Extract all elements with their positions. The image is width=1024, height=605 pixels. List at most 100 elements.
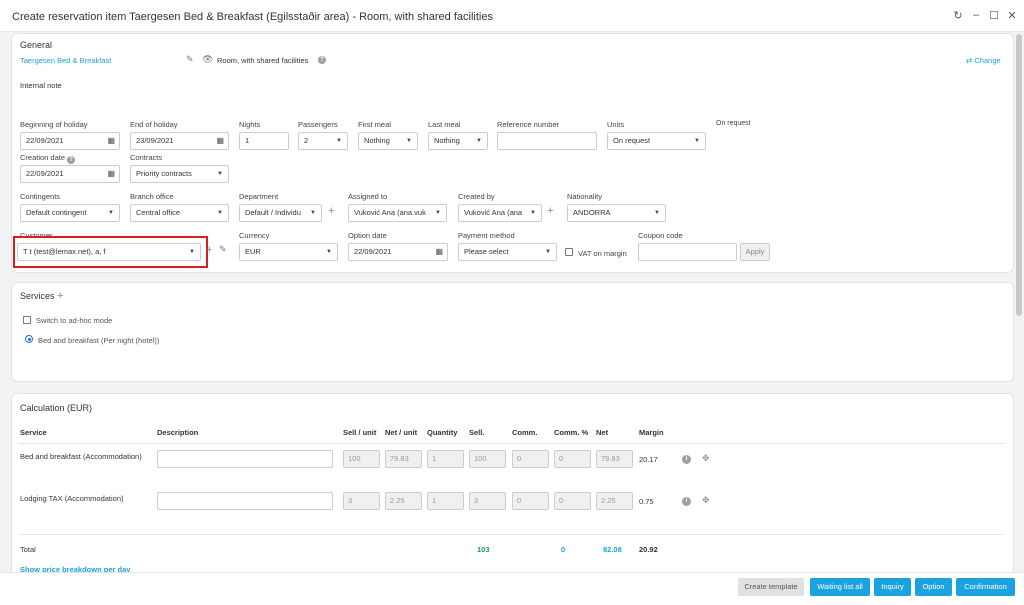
calendar-icon[interactable]: ▦ (107, 133, 115, 149)
move-icon[interactable]: ✥ (702, 453, 710, 464)
contracts-select[interactable]: Priority contracts ▼ (130, 165, 229, 183)
change-link[interactable]: ⇄ Change (966, 56, 1001, 65)
title-bar: Create reservation item Taergesen Bed & … (0, 0, 1024, 32)
currency-select[interactable]: EUR ▼ (239, 243, 338, 261)
row1-comm-pct-value: 0 (559, 454, 564, 463)
reference-input[interactable] (497, 132, 597, 150)
creation-date-field[interactable]: 22/09/2021 ▦ (20, 165, 120, 183)
vat-checkbox[interactable] (565, 248, 573, 256)
add-customer-icon[interactable]: + (206, 244, 212, 256)
info-icon[interactable]: i (682, 455, 691, 464)
nationality-select[interactable]: ANDORRA ▼ (567, 204, 666, 222)
add-department-icon[interactable]: + (328, 205, 334, 217)
row2-sell-unit-value: 3 (348, 496, 353, 505)
units-label: Units (607, 120, 625, 129)
row2-sell[interactable]: 3 (469, 492, 506, 510)
property-link[interactable]: Taergesen Bed & Breakfast (20, 56, 111, 65)
eye-icon[interactable]: 👁 (202, 54, 213, 65)
option-date-value: 22/09/2021 (354, 247, 392, 256)
row1-sell[interactable]: 100 (469, 450, 506, 468)
total-net: 82.08 (603, 545, 622, 554)
row1-comm-pct[interactable]: 0 (554, 450, 591, 468)
confirmation-button[interactable]: Confirmation (956, 578, 1015, 596)
service-radio[interactable] (25, 335, 33, 343)
first-meal-value: Nothing (364, 136, 390, 145)
option-date-label: Option date (348, 231, 387, 240)
service-option-label: Bed and breakfast (Per night (hotel)) (38, 336, 160, 345)
payment-value: Please select (464, 247, 509, 256)
row2-sell-unit[interactable]: 3 (343, 492, 380, 510)
option-date-field[interactable]: 22/09/2021 ▦ (348, 243, 448, 261)
row1-sell-unit[interactable]: 100 (343, 450, 380, 468)
header-sell-unit: Sell / unit (343, 428, 377, 437)
move-icon[interactable]: ✥ (702, 495, 710, 506)
general-title: General (20, 40, 53, 50)
edit-customer-icon[interactable]: ✎ (219, 244, 227, 255)
add-created-by-icon[interactable]: + (547, 205, 553, 217)
nationality-label: Nationality (567, 192, 603, 201)
beginning-label: Beginning of holiday (20, 120, 88, 129)
row1-net-unit[interactable]: 79.83 (385, 450, 422, 468)
department-label: Department (239, 192, 279, 201)
inquiry-button[interactable]: Inquiry (874, 578, 911, 596)
row2-sell-value: 3 (474, 496, 479, 505)
row1-comm[interactable]: 0 (512, 450, 549, 468)
row2-net[interactable]: 2.25 (596, 492, 633, 510)
row2-comm-pct[interactable]: 0 (554, 492, 591, 510)
apply-label: Apply (745, 247, 765, 256)
help-icon[interactable]: ? (318, 56, 326, 64)
waiting-list-button[interactable]: Waiting list all (810, 578, 870, 596)
coupon-input[interactable] (638, 243, 737, 261)
created-by-select[interactable]: Vuković Ana (ana ▼ (458, 204, 542, 222)
row2-description-input[interactable] (157, 492, 333, 510)
add-service-icon[interactable]: + (57, 290, 63, 302)
create-template-button[interactable]: Create template (738, 578, 804, 596)
passengers-select[interactable]: 2 ▼ (298, 132, 348, 150)
contingents-select[interactable]: Default contingent ▼ (20, 204, 120, 222)
row1-net[interactable]: 79.83 (596, 450, 633, 468)
row1-description-input[interactable] (157, 450, 333, 468)
payment-select[interactable]: Please select ▼ (458, 243, 557, 261)
option-button[interactable]: Option (915, 578, 952, 596)
assigned-select[interactable]: Vuković Ana (ana.vuk ▼ (348, 204, 447, 222)
calendar-icon[interactable]: ▦ (107, 166, 115, 182)
services-card (11, 282, 1014, 382)
chevron-down-icon: ▼ (435, 210, 441, 216)
help-icon[interactable]: ? (67, 156, 76, 164)
department-select[interactable]: Default / Individu ▼ (239, 204, 322, 222)
contingents-value: Default contingent (26, 208, 87, 217)
total-margin: 20.92 (639, 545, 658, 554)
calendar-icon[interactable]: ▦ (435, 244, 443, 260)
reference-label: Reference number (497, 120, 560, 129)
row2-comm[interactable]: 0 (512, 492, 549, 510)
info-icon[interactable]: i (682, 497, 691, 506)
minimize-icon[interactable]: – (970, 9, 982, 21)
branch-select[interactable]: Central office ▼ (130, 204, 229, 222)
beginning-value: 22/09/2021 (26, 136, 64, 145)
row2-net-value: 2.25 (601, 496, 616, 505)
created-by-label: Created by (458, 192, 495, 201)
adhoc-checkbox[interactable] (23, 316, 31, 324)
scrollbar[interactable] (1016, 34, 1022, 316)
last-meal-select[interactable]: Nothing ▼ (428, 132, 488, 150)
end-date-field[interactable]: 23/09/2021 ▦ (130, 132, 229, 150)
calendar-icon[interactable]: ▦ (216, 133, 224, 149)
refresh-icon[interactable]: ↻ (952, 9, 964, 22)
maximize-icon[interactable]: ☐ (988, 9, 1000, 22)
beginning-date-field[interactable]: 22/09/2021 ▦ (20, 132, 120, 150)
row2-quantity[interactable]: 1 (427, 492, 464, 510)
nights-value: 1 (245, 136, 250, 145)
first-meal-select[interactable]: Nothing ▼ (358, 132, 418, 150)
chevron-down-icon: ▼ (217, 171, 223, 177)
row1-sell-value: 100 (474, 454, 487, 463)
row2-net-unit[interactable]: 2.25 (385, 492, 422, 510)
row1-quantity[interactable]: 1 (427, 450, 464, 468)
units-select[interactable]: On request ▼ (607, 132, 706, 150)
apply-button[interactable]: Apply (740, 243, 770, 261)
currency-value: EUR (245, 247, 261, 256)
edit-icon[interactable]: ✎ (186, 54, 194, 65)
chevron-down-icon: ▼ (654, 210, 660, 216)
nights-field[interactable]: 1 (239, 132, 289, 150)
close-icon[interactable]: ✕ (1006, 9, 1018, 22)
header-comm: Comm. (512, 428, 538, 437)
